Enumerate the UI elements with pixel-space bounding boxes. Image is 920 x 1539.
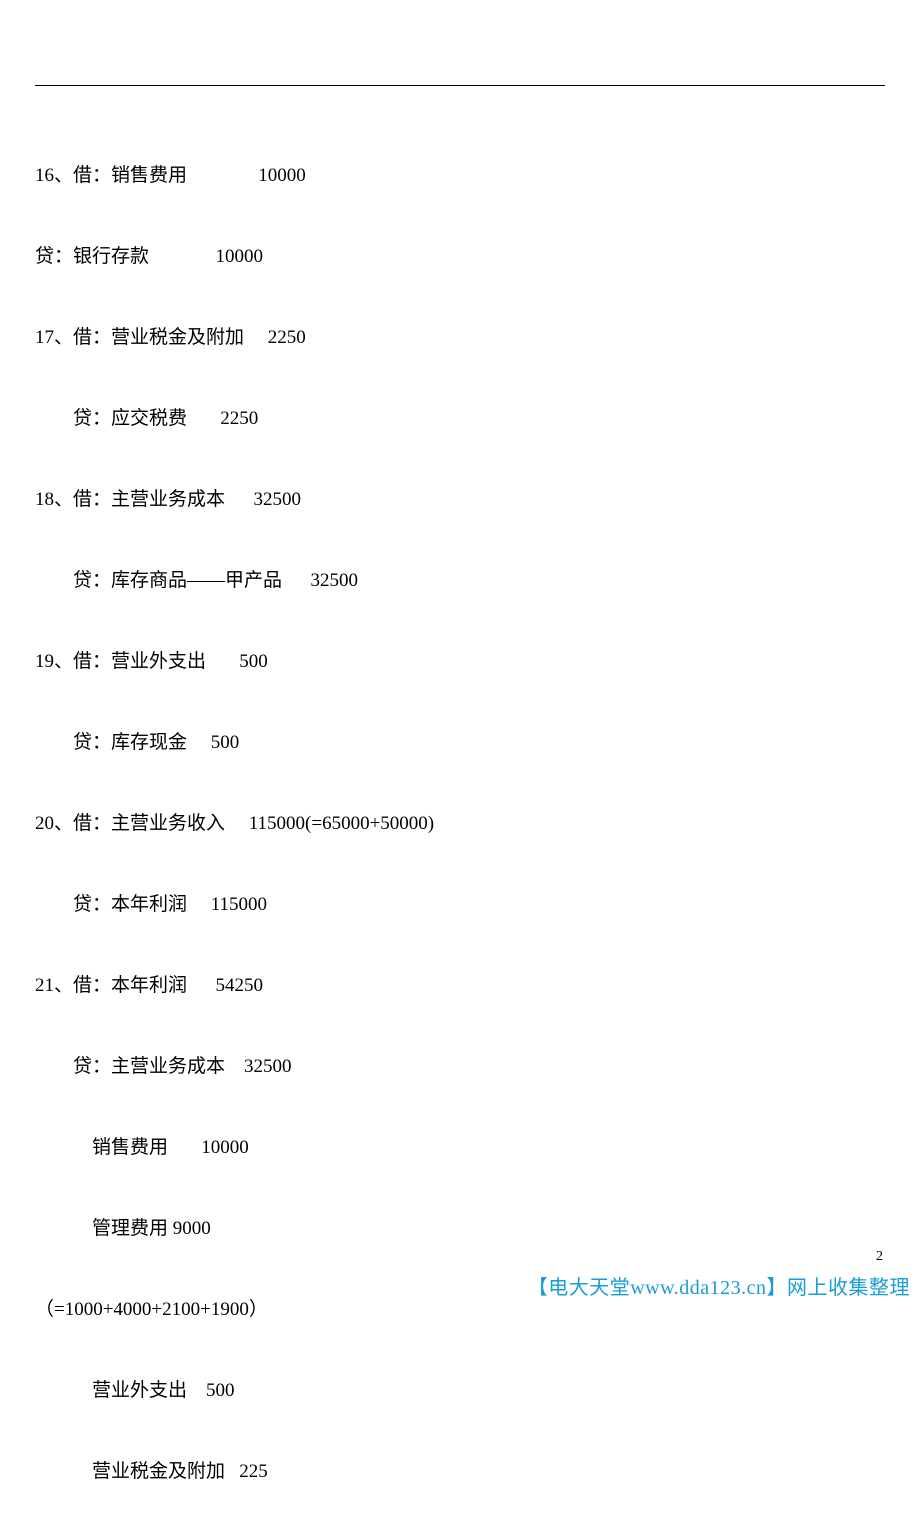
- document-content: 16、借：销售费用 10000 贷：银行存款 10000 17、借：营业税金及附…: [35, 108, 885, 1539]
- footer-attribution: 【电大天堂www.dda123.cn】网上收集整理: [528, 1271, 910, 1300]
- line-21-credit-4: 营业外支出 500: [35, 1377, 885, 1404]
- line-19-credit: 贷：库存现金 500: [35, 729, 885, 756]
- line-21-credit-1: 贷：主营业务成本 32500: [35, 1053, 885, 1080]
- horizontal-rule: [35, 85, 885, 86]
- line-18-debit: 18、借：主营业务成本 32500: [35, 486, 885, 513]
- line-19-debit: 19、借：营业外支出 500: [35, 648, 885, 675]
- line-21-credit-3: 管理费用 9000: [35, 1215, 885, 1242]
- page-number: 2: [876, 1249, 883, 1265]
- line-18-credit: 贷：库存商品——甲产品 32500: [35, 567, 885, 594]
- line-21-debit: 21、借：本年利润 54250: [35, 972, 885, 999]
- line-16-credit: 贷：银行存款 10000: [35, 243, 885, 270]
- line-16-debit: 16、借：销售费用 10000: [35, 162, 885, 189]
- line-21-note: （=1000+4000+2100+1900）: [35, 1296, 885, 1323]
- line-21-credit-2: 销售费用 10000: [35, 1134, 885, 1161]
- line-17-credit: 贷：应交税费 2250: [35, 405, 885, 432]
- line-20-credit: 贷：本年利润 115000: [35, 891, 885, 918]
- line-21-credit-5: 营业税金及附加 225: [35, 1458, 885, 1485]
- page-container: 16、借：销售费用 10000 贷：银行存款 10000 17、借：营业税金及附…: [0, 0, 920, 1539]
- line-17-debit: 17、借：营业税金及附加 2250: [35, 324, 885, 351]
- line-20-debit: 20、借：主营业务收入 115000(=65000+50000): [35, 810, 885, 837]
